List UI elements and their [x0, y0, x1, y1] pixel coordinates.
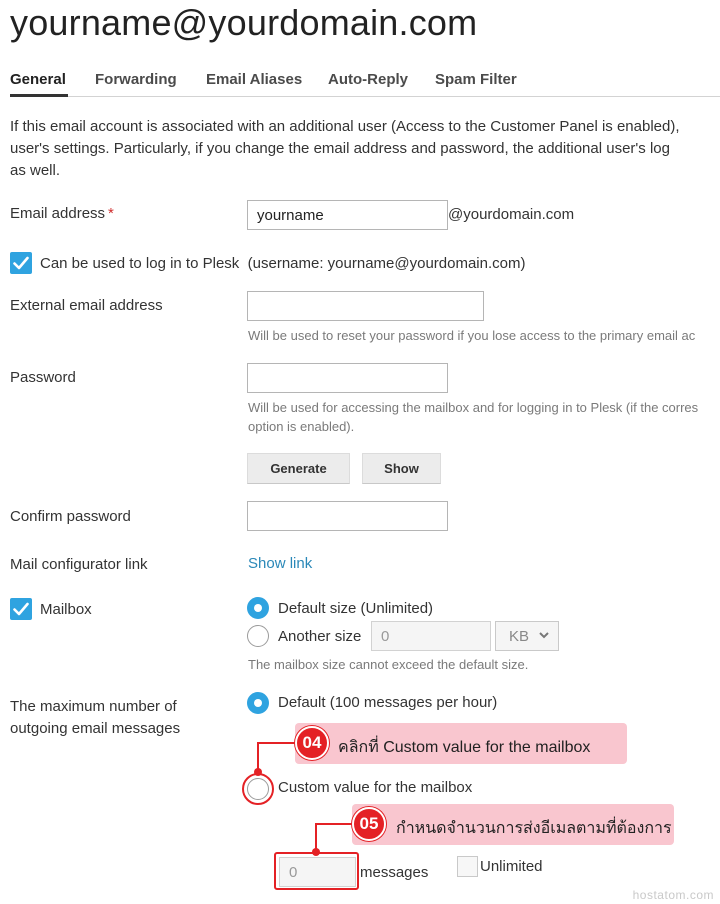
step5-connector-h [316, 823, 356, 825]
default-size-radio[interactable] [247, 597, 269, 619]
show-password-button[interactable]: Show [362, 453, 441, 484]
password-hint-line-1: Will be used for accessing the mailbox a… [248, 400, 699, 415]
step4-callout-text: คลิกที่ Custom value for the mailbox [338, 739, 591, 756]
check-icon [13, 256, 29, 270]
intro-line-3: as well. [10, 162, 61, 179]
messages-unit-label: messages [360, 864, 429, 881]
another-size-label: Another size [278, 628, 362, 645]
intro-line-2: user's settings. Particularly, if you ch… [10, 140, 670, 157]
step5-callout-text: กำหนดจำนวนการส่งอีเมลตามที่ต้องการ [396, 820, 672, 837]
email-address-label-text: Email address [10, 205, 106, 222]
step5-highlight-box [274, 852, 359, 890]
page-title: yourname@yourdomain.com [10, 2, 478, 43]
tab-general[interactable]: General [10, 71, 66, 88]
tab-auto-reply[interactable]: Auto-Reply [328, 71, 408, 88]
plesk-login-username-note: (username: yourname@yourdomain.com) [247, 255, 526, 272]
watermark: hostatom.com [632, 888, 714, 902]
plesk-login-checkbox[interactable] [10, 252, 32, 274]
step4-connector-v [257, 742, 259, 771]
chevron-down-icon [539, 632, 549, 639]
plesk-login-label: Can be used to log in to Plesk (username… [40, 255, 525, 272]
mailbox-size-hint: The mailbox size cannot exceed the defau… [248, 657, 529, 672]
outgoing-limit-label-line-2: outgoing email messages [10, 720, 181, 737]
step5-badge: 05 [352, 807, 386, 841]
email-username-input[interactable]: yourname [247, 200, 448, 230]
generate-button[interactable]: Generate [247, 453, 350, 484]
unlimited-checkbox[interactable] [457, 856, 478, 877]
plesk-login-text: Can be used to log in to Plesk [40, 255, 240, 272]
another-size-radio[interactable] [247, 625, 269, 647]
email-address-label: Email address * [10, 205, 114, 222]
password-hint-line-2: option is enabled). [248, 419, 355, 434]
size-unit-select[interactable]: KB [495, 621, 559, 651]
size-unit-value: KB [509, 628, 530, 645]
confirm-password-input[interactable] [247, 501, 448, 531]
default-size-label: Default size (Unlimited) [278, 600, 434, 617]
intro-notice: If this email account is associated with… [10, 116, 720, 182]
step4-badge: 04 [295, 726, 329, 760]
step5-connector-v [315, 823, 317, 851]
mailbox-checkbox[interactable] [10, 598, 32, 620]
check-icon [13, 602, 29, 616]
outgoing-limit-label-line-1: The maximum number of [10, 698, 177, 715]
external-email-label: External email address [10, 297, 163, 314]
intro-line-1: If this email account is associated with… [10, 118, 680, 135]
password-input[interactable] [247, 363, 448, 393]
required-mark: * [108, 205, 114, 222]
external-email-input[interactable] [247, 291, 484, 321]
show-link[interactable]: Show link [248, 555, 312, 572]
outgoing-default-radio[interactable] [247, 692, 269, 714]
confirm-password-label: Confirm password [10, 508, 131, 525]
email-domain: @yourdomain.com [448, 206, 575, 223]
tab-bar: General Forwarding Email Aliases Auto-Re… [10, 68, 720, 97]
outgoing-default-label: Default (100 messages per hour) [278, 694, 498, 711]
external-email-hint: Will be used to reset your password if y… [248, 328, 696, 343]
mailbox-label: Mailbox [40, 601, 92, 618]
outgoing-custom-label: Custom value for the mailbox [278, 779, 473, 796]
password-label: Password [10, 369, 76, 386]
step4-highlight-ring [242, 773, 274, 805]
active-tab-indicator [10, 94, 68, 97]
step4-connector-h [258, 742, 298, 744]
unlimited-label: Unlimited [480, 858, 543, 875]
mailbox-size-input[interactable]: 0 [371, 621, 491, 651]
tab-email-aliases[interactable]: Email Aliases [206, 71, 302, 88]
mail-configurator-label: Mail configurator link [10, 556, 148, 573]
tab-forwarding[interactable]: Forwarding [95, 71, 177, 88]
tab-spam-filter[interactable]: Spam Filter [435, 71, 517, 88]
